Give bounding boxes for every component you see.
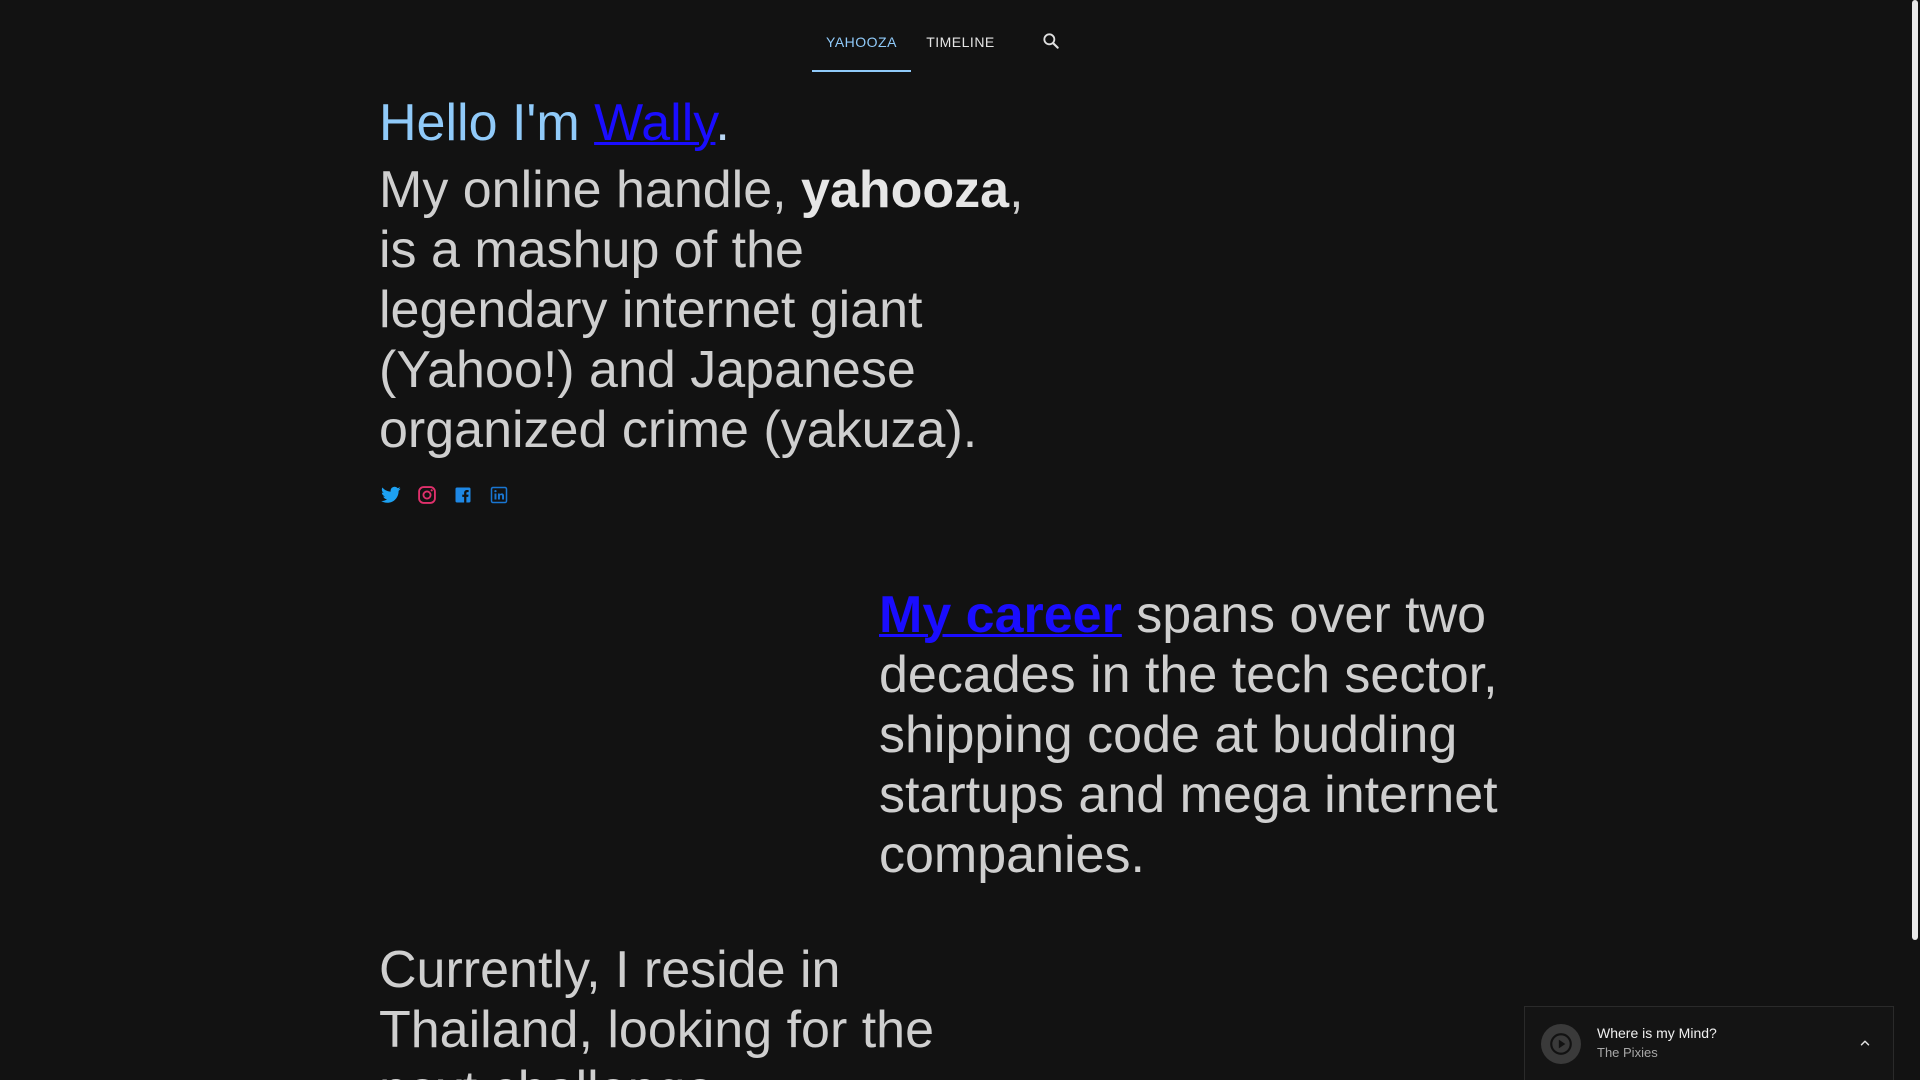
facebook-link[interactable] [452, 484, 474, 506]
career-line-3: shipping code at budding [879, 706, 1458, 764]
reside-paragraph: Currently, I reside in Thailand, looking… [379, 940, 1019, 1080]
bio-paragraph: My online handle, yahooza, is a mashup o… [379, 160, 1024, 460]
career-line-1: My career spans over two [879, 585, 1519, 645]
hello-heading: Hello I'm Wally. [379, 90, 730, 156]
song-title: Where is my Mind? [1597, 1025, 1717, 1041]
bio-line-4: (Yahoo!) and Japanese [379, 341, 916, 399]
song-artist: The Pixies [1597, 1045, 1658, 1060]
career-line-4: startups and mega internet [879, 766, 1498, 824]
twitter-link[interactable] [380, 484, 402, 506]
bio-line-2: is a mashup of the [379, 221, 804, 279]
bio-text-part2: , [1009, 161, 1024, 219]
expand-player-button[interactable] [1853, 1031, 1877, 1055]
reside-line-2: Thailand, looking for the [379, 1001, 935, 1059]
play-circle-icon [1550, 1033, 1572, 1055]
bio-handle: yahooza [801, 161, 1010, 219]
bio-line-3: legendary internet giant [379, 281, 923, 339]
bio-text-part1: My online handle, [379, 161, 802, 219]
bio-line-1: My online handle, yahooza, [379, 160, 1024, 220]
page: YAHOOZA TIMELINE Hello I'm Wally. My onl… [0, 0, 1920, 1080]
facebook-icon [455, 487, 471, 503]
social-links [380, 484, 510, 506]
tab-timeline[interactable]: TIMELINE [911, 22, 1010, 70]
career-line-1-rest: spans over two [1121, 586, 1487, 644]
instagram-icon [418, 486, 436, 504]
page-scrollbar[interactable] [1910, 0, 1920, 1080]
reside-line-1: Currently, I reside in [379, 941, 841, 999]
bio-line-5: organized crime (yakuza). [379, 401, 978, 459]
top-nav: YAHOOZA TIMELINE [0, 0, 1910, 72]
hello-prefix: Hello I'm [379, 94, 595, 152]
play-button[interactable] [1541, 1024, 1581, 1064]
search-icon [1043, 33, 1059, 49]
instagram-link[interactable] [416, 484, 438, 506]
career-line-2: decades in the tech sector, [879, 646, 1498, 704]
music-player: Where is my Mind? The Pixies [1524, 1006, 1894, 1080]
linkedin-link[interactable] [488, 484, 510, 506]
scrollbar-thumb[interactable] [1912, 0, 1918, 940]
career-link[interactable]: My career [879, 586, 1122, 644]
chevron-up-icon [1860, 1040, 1870, 1046]
search-button[interactable] [1036, 26, 1066, 56]
career-paragraph: My career spans over two decades in the … [879, 585, 1519, 885]
hello-suffix: . [715, 94, 730, 152]
name-link[interactable]: Wally [594, 94, 715, 152]
career-line-5: companies. [879, 826, 1145, 884]
twitter-icon [381, 486, 401, 503]
reside-line-3: next challenge. [379, 1060, 1019, 1080]
linkedin-icon [490, 486, 508, 504]
tab-yahooza[interactable]: YAHOOZA [812, 22, 911, 72]
